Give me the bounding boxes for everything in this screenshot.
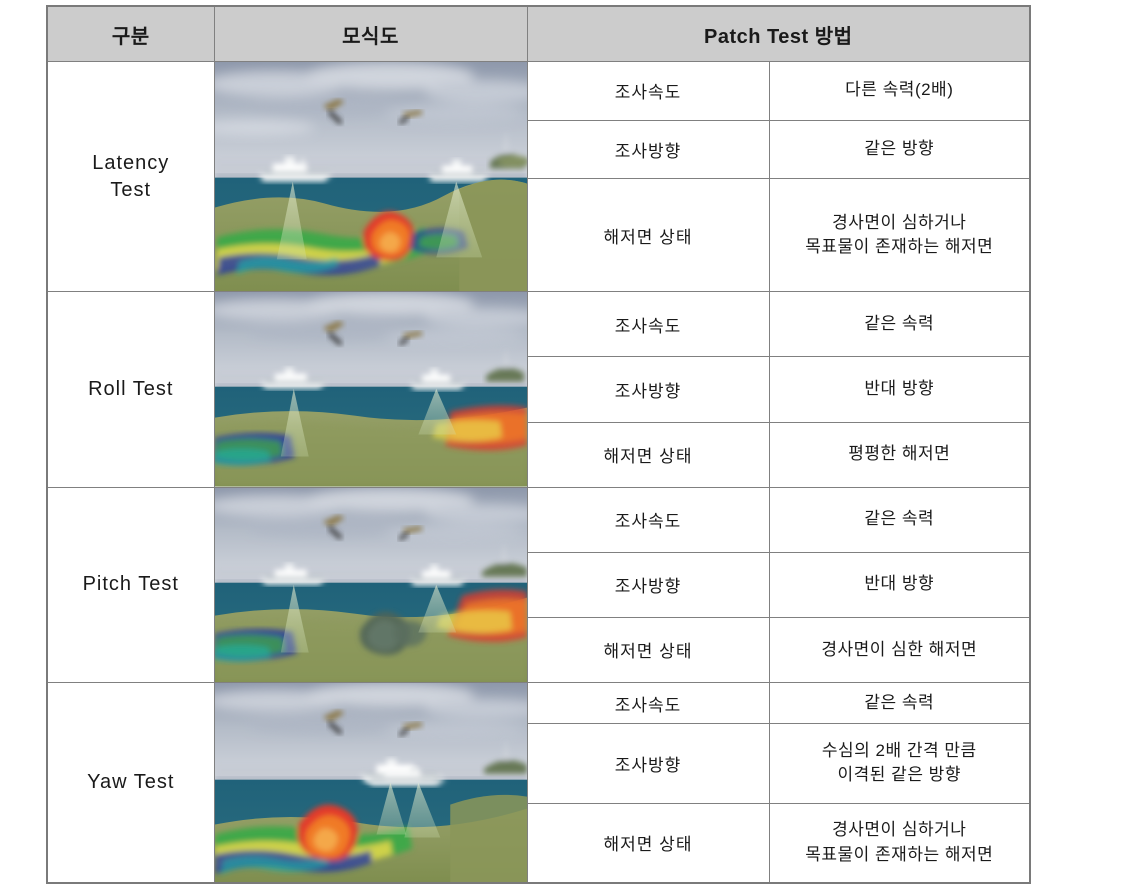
item-value-line-2: 이격된 같은 방향 [837, 765, 961, 785]
test-name-pitch: Pitch Test [46, 486, 215, 684]
table-row: Pitch Test 조사속도 같은 속력 [46, 486, 1031, 684]
test-name-yaw: Yaw Test [46, 682, 215, 884]
item-key: 조사방향 [526, 119, 770, 180]
item-key: 조사속도 [526, 681, 770, 725]
sonar-scene-svg [214, 487, 527, 682]
item-value: 경사면이 심한 해저면 [768, 616, 1031, 684]
item-key: 조사속도 [526, 486, 770, 553]
item-key: 해저면 상태 [526, 616, 770, 684]
table-row: Yaw Test 조사속도 같은 속력 [46, 681, 1031, 884]
header-schematic: 모식도 [213, 5, 528, 62]
test-name-line-1: Latency [92, 151, 170, 174]
sonar-scene-svg [214, 62, 527, 292]
item-value-line-2: 목표물이 존재하는 해저면 [805, 844, 994, 864]
test-name-line-2: Test [110, 178, 152, 201]
item-key: 조사방향 [526, 551, 770, 618]
schematic-figure-pitch [213, 486, 528, 684]
item-value-line-2: 목표물이 존재하는 해저면 [805, 237, 994, 257]
header-method: Patch Test 방법 [526, 5, 1031, 62]
item-value: 반대 방향 [768, 356, 1031, 423]
table-header: 구분 모식도 Patch Test 방법 [46, 5, 1031, 62]
header-row: 구분 모식도 Patch Test 방법 [46, 5, 1031, 62]
item-key: 해저면 상태 [526, 802, 770, 884]
item-key: 조사속도 [526, 61, 770, 121]
item-key: 조사방향 [526, 723, 770, 804]
table-row: Latency Test 조사속도 다른 속력(2배) [46, 60, 1031, 293]
sonar-survey-scene [214, 487, 527, 682]
sonar-survey-scene [214, 683, 527, 883]
item-value: 같은 속력 [768, 291, 1031, 358]
schematic-figure-yaw [213, 682, 528, 884]
item-value-line-1: 경사면이 심하거나 [832, 212, 967, 232]
item-value-line-1: 수심의 2배 간격 만큼 [821, 740, 977, 760]
item-value: 같은 속력 [768, 486, 1031, 553]
patch-test-table: 구분 모식도 Patch Test 방법 Latency Test 조사속도 다… [46, 5, 1032, 885]
test-name-roll: Roll Test [46, 291, 215, 488]
table-row: Roll Test 조사속도 같은 속력 [46, 291, 1031, 488]
sonar-survey-scene [214, 292, 527, 487]
item-value: 평평한 해저면 [768, 421, 1031, 488]
item-value: 수심의 2배 간격 만큼 이격된 같은 방향 [768, 723, 1031, 804]
header-category: 구분 [46, 5, 215, 62]
item-key: 조사속도 [526, 291, 770, 358]
schematic-figure-latency [213, 60, 528, 293]
item-value: 다른 속력(2배) [768, 61, 1031, 121]
item-value: 반대 방향 [768, 551, 1031, 618]
sonar-scene-svg [214, 683, 527, 883]
item-value: 경사면이 심하거나 목표물이 존재하는 해저면 [768, 178, 1031, 293]
item-value: 경사면이 심하거나 목표물이 존재하는 해저면 [768, 802, 1031, 884]
item-value-line-1: 경사면이 심하거나 [832, 820, 967, 840]
item-key: 해저면 상태 [526, 178, 770, 293]
item-value: 같은 속력 [768, 681, 1031, 725]
sonar-scene-svg [214, 292, 527, 487]
page-root: 구분 모식도 Patch Test 방법 Latency Test 조사속도 다… [0, 0, 1133, 890]
schematic-figure-roll [213, 291, 528, 488]
test-name-latency: Latency Test [46, 60, 215, 293]
item-key: 해저면 상태 [526, 421, 770, 488]
item-key: 조사방향 [526, 356, 770, 423]
item-value: 같은 방향 [768, 119, 1031, 180]
table-body: Latency Test 조사속도 다른 속력(2배) 조사방향 같은 방향 해… [46, 60, 1031, 884]
sonar-survey-scene [214, 62, 527, 292]
